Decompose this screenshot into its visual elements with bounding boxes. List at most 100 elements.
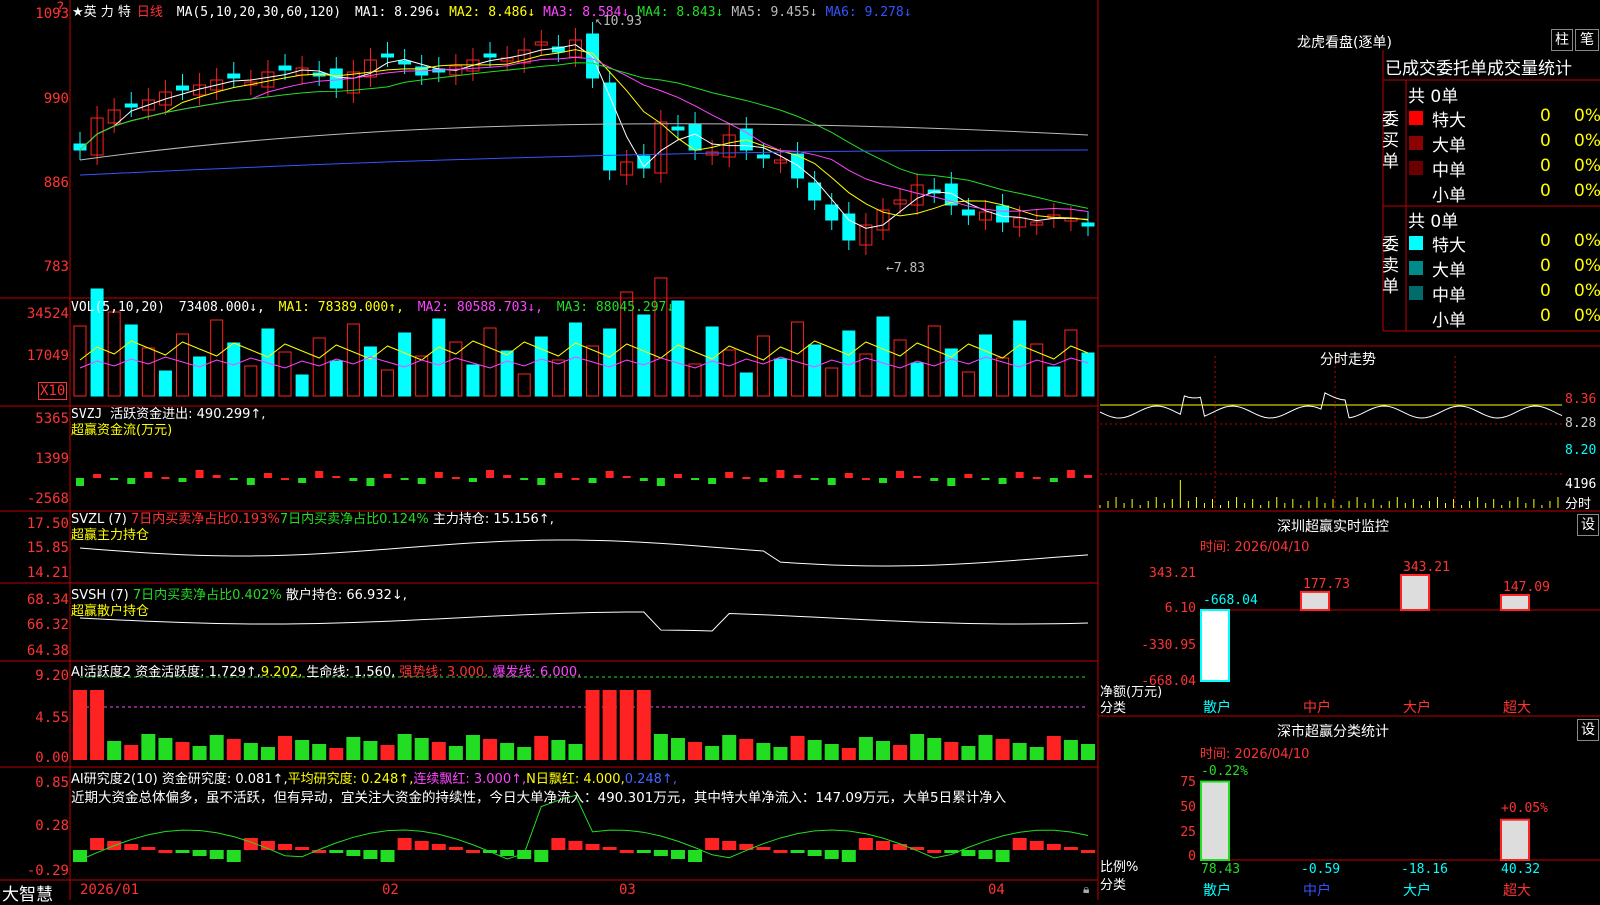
flow-bar bbox=[400, 478, 409, 480]
research-bar bbox=[158, 850, 173, 853]
order-percent: 0% bbox=[1574, 131, 1600, 151]
sz-class-unit2: 分类 bbox=[1100, 878, 1127, 893]
research-bar bbox=[1081, 850, 1095, 853]
research-bar bbox=[1063, 847, 1078, 850]
category-label: 中户 bbox=[1303, 882, 1331, 899]
active-bar bbox=[1012, 743, 1027, 760]
sz-class-ylabel: 25 bbox=[1180, 825, 1196, 840]
ratio-value-label: 78.43 bbox=[1201, 862, 1240, 877]
order-total: 共 0单 bbox=[1408, 87, 1459, 107]
tick-mode-button[interactable]: 笔 bbox=[1575, 29, 1599, 51]
active-bar bbox=[107, 741, 122, 760]
volume-bar bbox=[500, 350, 514, 397]
flow-bar bbox=[349, 478, 358, 481]
active-bar bbox=[910, 734, 925, 760]
main-panel-header: ★英 力 特日线 MA(5,10,20,30,60,120) MA1: 8.29… bbox=[72, 1, 926, 20]
research-bar bbox=[893, 844, 908, 850]
flow-bar bbox=[383, 474, 392, 478]
candle-body bbox=[756, 154, 770, 159]
flow-bar bbox=[332, 476, 341, 478]
main-ylabel: 886 bbox=[43, 175, 69, 191]
flow-bar bbox=[468, 478, 477, 482]
active-bar bbox=[414, 738, 429, 760]
volume-bar bbox=[466, 364, 480, 397]
active-bar bbox=[397, 734, 412, 760]
research-bar bbox=[705, 838, 720, 850]
net-flow-bar bbox=[1200, 609, 1230, 682]
flow-bar bbox=[691, 478, 700, 480]
active-bar bbox=[329, 748, 344, 760]
high-price-mark: ↖10.93 bbox=[595, 14, 642, 29]
ai-research-ylabel: 0.85 bbox=[35, 775, 69, 791]
ai-active-name: AI活跃度2 bbox=[71, 665, 131, 680]
order-type-label: 中单 bbox=[1432, 286, 1466, 306]
flow-bar bbox=[127, 478, 136, 484]
intraday-price-label: 8.20 bbox=[1565, 443, 1597, 458]
ai-active-ylabel: 9.20 bbox=[35, 668, 69, 684]
research-bar bbox=[380, 850, 395, 862]
ma-indicator-name: MA(5,10,20,30,60,120) bbox=[176, 5, 342, 20]
ai-research-ylabel: 0.28 bbox=[35, 818, 69, 834]
active-bar bbox=[534, 736, 549, 760]
ai-research-t3: 连续飘红: 3.000↑, bbox=[413, 772, 527, 787]
ai-active-t3: 生命线: 1.560, bbox=[306, 665, 396, 680]
candle-body bbox=[671, 126, 685, 131]
flow-bar bbox=[554, 473, 563, 478]
volume-bar bbox=[244, 365, 258, 397]
volume-bar bbox=[978, 334, 992, 397]
research-bar bbox=[602, 847, 617, 850]
volume-bar bbox=[722, 349, 736, 397]
ratio-value-label: -0.59 bbox=[1301, 862, 1340, 877]
svsh-t2: 散户持仓: 66.932↓, bbox=[285, 588, 407, 603]
category-label: 超大 bbox=[1503, 883, 1531, 899]
flow-bar bbox=[878, 478, 887, 483]
net-flow-value-label: 177.73 bbox=[1303, 577, 1350, 592]
research-bar bbox=[329, 850, 344, 853]
flow-bar bbox=[861, 478, 870, 480]
active-bar bbox=[1063, 740, 1078, 760]
svzl-ylabel: 17.50 bbox=[26, 516, 69, 532]
column-mode-button[interactable]: 柱 bbox=[1551, 29, 1573, 51]
x-axis-label: 2026/01 bbox=[80, 882, 140, 898]
sz-class-ylabel: 50 bbox=[1180, 800, 1196, 815]
active-bar bbox=[483, 739, 498, 760]
candle-body bbox=[825, 204, 839, 221]
order-percent: 0% bbox=[1574, 231, 1600, 251]
active-bar bbox=[688, 742, 703, 760]
volume-bar bbox=[586, 345, 600, 397]
ratio-bar bbox=[1200, 780, 1230, 862]
volume-bar bbox=[363, 346, 377, 397]
order-color-swatch bbox=[1409, 311, 1423, 325]
research-bar bbox=[739, 844, 754, 850]
research-bar bbox=[807, 850, 822, 856]
flow-bar bbox=[1032, 477, 1041, 479]
vol-indicator-name: VOL(5,10,20) bbox=[71, 300, 165, 315]
flow-bar bbox=[1066, 470, 1075, 478]
flow-bar bbox=[229, 478, 238, 480]
volume-bar bbox=[927, 325, 941, 397]
flow-bar bbox=[1084, 475, 1092, 478]
active-bar bbox=[243, 743, 258, 760]
ai-research-header: AI研究度2(10) 资金研究度: 0.081↑,平均研究度: 0.248↑,连… bbox=[71, 768, 677, 787]
order-type-label: 大单 bbox=[1432, 136, 1466, 156]
volume-bar bbox=[568, 322, 582, 397]
period-label: 日线 bbox=[136, 5, 163, 20]
ai-active-t4: 强势线: 3.000, bbox=[399, 665, 489, 680]
research-bar bbox=[756, 847, 771, 850]
flow-bar bbox=[810, 478, 819, 480]
lock-icon[interactable]: 🔒︎ bbox=[1083, 882, 1089, 897]
sz-class-settings-button[interactable]: 设 bbox=[1577, 719, 1599, 741]
order-color-swatch bbox=[1409, 136, 1423, 150]
svzl-t1: 7日内买卖净占比0.193% bbox=[130, 512, 280, 527]
volume-bar bbox=[312, 337, 326, 397]
sz-monitor-settings-button[interactable]: 设 bbox=[1577, 514, 1599, 536]
ai-active-t2: 9.202, bbox=[260, 665, 303, 680]
ai-active-ylabel: 0.00 bbox=[35, 750, 69, 766]
sz-class-ylabel: 75 bbox=[1180, 775, 1196, 790]
net-flow-bar bbox=[1400, 574, 1430, 611]
research-bar bbox=[363, 850, 378, 859]
flow-bar bbox=[725, 472, 734, 478]
chart-canvas[interactable]: -668.04 散户 177.73 中户 343.21 大户 147.09 超大 -0.22% 7… bbox=[0, 0, 1600, 900]
sz-monitor-ylabel: 6.10 bbox=[1164, 601, 1196, 616]
dragon-tabs-label[interactable]: 已成交委托单成交量统计 bbox=[1385, 54, 1572, 79]
